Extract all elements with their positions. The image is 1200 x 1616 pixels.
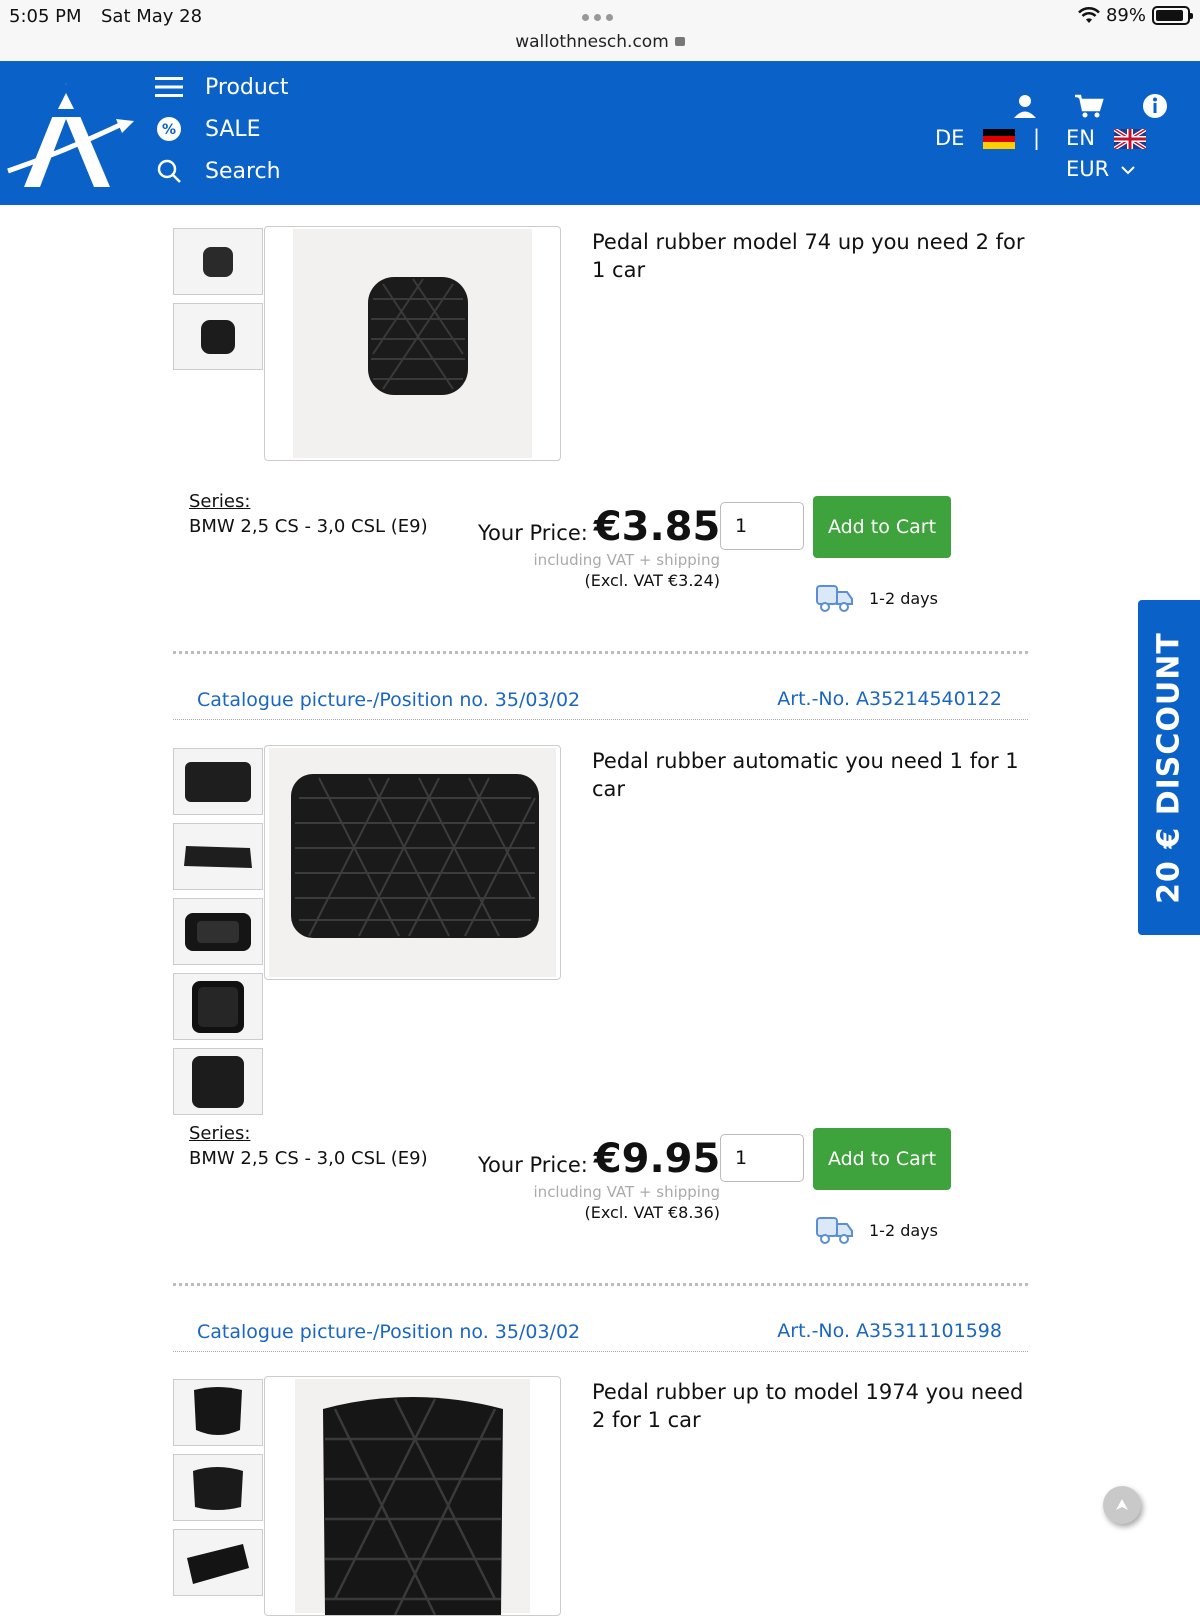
nav-sale[interactable]: % SALE [155,115,261,143]
wifi-icon [1078,6,1100,23]
delivery-time: 1-2 days [869,1220,938,1240]
more-dots-icon[interactable] [582,14,613,21]
catalogue-link[interactable]: Catalogue picture-/Position no. 35/03/02 [197,689,580,711]
product-divider [173,1283,1028,1286]
series-info: Series: BMW 2,5 CS - 3,0 CSL (E9) [189,1121,429,1171]
currency-label: EUR [1066,157,1110,181]
status-date: Sat May 28 [101,6,203,27]
quantity-input[interactable] [720,502,804,550]
product-divider [173,651,1028,654]
site-header: Product % SALE Search DE | EN EUR [0,61,1200,205]
lang-separator: | [1033,126,1041,150]
address-bar[interactable]: wallothnesch.com [0,32,1200,52]
delivery-info: 1-2 days [815,1214,938,1246]
series-label: Series: [189,491,251,512]
product-thumbnail[interactable] [173,823,263,890]
status-time: 5:05 PM [9,6,82,27]
catalogue-link[interactable]: Catalogue picture-/Position no. 35/03/02 [197,1321,580,1343]
nav-search[interactable]: Search [155,157,281,185]
add-to-cart-button[interactable]: Add to Cart [813,1128,951,1190]
nav-product[interactable]: Product [155,73,289,101]
product-thumbnail[interactable] [173,1379,263,1446]
price-row: Your Price: €3.85 [478,504,720,550]
lang-en[interactable]: EN [1066,126,1146,150]
product-main-image[interactable] [264,745,561,980]
header-divider [173,1351,1028,1352]
quantity-input[interactable] [720,1134,804,1182]
thumbnail-list [173,228,263,378]
product-thumbnail[interactable] [173,1529,263,1596]
delivery-info: 1-2 days [815,582,938,614]
series-value: BMW 2,5 CS - 3,0 CSL (E9) [189,516,428,537]
battery-icon [1152,6,1193,25]
price-value: €9.95 [593,1136,721,1182]
excl-vat: (Excl. VAT €8.36) [584,1203,720,1222]
price-value: €3.85 [593,504,721,550]
cart-icon[interactable] [1074,93,1104,119]
thumbnail-list [173,1379,263,1604]
lock-icon [674,37,685,46]
nav-product-label: Product [205,74,289,100]
product-main-image[interactable] [264,226,561,461]
vat-note: including VAT + shipping [533,551,720,569]
nav-search-label: Search [205,158,281,184]
lang-de[interactable]: DE [935,126,1016,150]
delivery-time: 1-2 days [869,588,938,608]
product-thumbnail[interactable] [173,1454,263,1521]
product-title[interactable]: Pedal rubber up to model 1974 you need 2… [592,1378,1032,1434]
status-right: 89% [1078,5,1193,26]
article-number: Art.-No. A35214540122 [777,688,1002,710]
search-icon [155,157,183,185]
discount-label: 20 € DISCOUNT [1151,631,1187,904]
german-flag-icon [983,129,1016,149]
arrow-up-icon [1116,1499,1128,1510]
percent-icon: % [155,115,183,143]
series-info: Series: BMW 2,5 CS - 3,0 CSL (E9) [189,489,429,539]
svg-text:%: % [162,122,176,138]
discount-tab[interactable]: 20 € DISCOUNT [1138,600,1200,935]
user-icon[interactable] [1012,93,1038,119]
product-title[interactable]: Pedal rubber automatic you need 1 for 1 … [592,747,1032,803]
product-thumbnail[interactable] [173,1048,263,1115]
price-label: Your Price: [478,1153,588,1177]
currency-select[interactable]: EUR [1066,157,1136,181]
truck-icon [816,1217,853,1244]
nav-sale-label: SALE [205,116,261,142]
series-label: Series: [189,1123,251,1144]
logo-icon[interactable] [6,79,134,189]
product-thumbnail[interactable] [173,973,263,1040]
product-thumbnail[interactable] [173,898,263,965]
series-value: BMW 2,5 CS - 3,0 CSL (E9) [189,1148,428,1169]
price-row: Your Price: €9.95 [478,1136,720,1182]
battery-percent: 89% [1105,5,1146,26]
vat-note: including VAT + shipping [533,1183,720,1201]
lang-en-label: EN [1066,126,1095,150]
lang-de-label: DE [935,126,965,150]
hamburger-icon [155,73,183,101]
truck-icon [816,585,853,612]
article-number: Art.-No. A35311101598 [777,1320,1002,1342]
uk-flag-icon [1113,129,1146,149]
chevron-down-icon [1121,166,1135,175]
thumbnail-list [173,748,263,1123]
url-text: wallothnesch.com [515,32,669,52]
scroll-to-top-button[interactable] [1103,1486,1141,1524]
header-divider [173,719,1028,720]
product-main-image[interactable] [264,1376,561,1616]
add-to-cart-button[interactable]: Add to Cart [813,496,951,558]
product-thumbnail[interactable] [173,228,263,295]
info-icon[interactable] [1142,93,1168,119]
product-thumbnail[interactable] [173,303,263,370]
status-bar: 5:05 PM Sat May 28 wallothnesch.com 89% [0,0,1200,60]
product-thumbnail[interactable] [173,748,263,815]
price-label: Your Price: [478,521,588,545]
excl-vat: (Excl. VAT €3.24) [584,571,720,590]
product-title[interactable]: Pedal rubber model 74 up you need 2 for … [592,228,1032,284]
